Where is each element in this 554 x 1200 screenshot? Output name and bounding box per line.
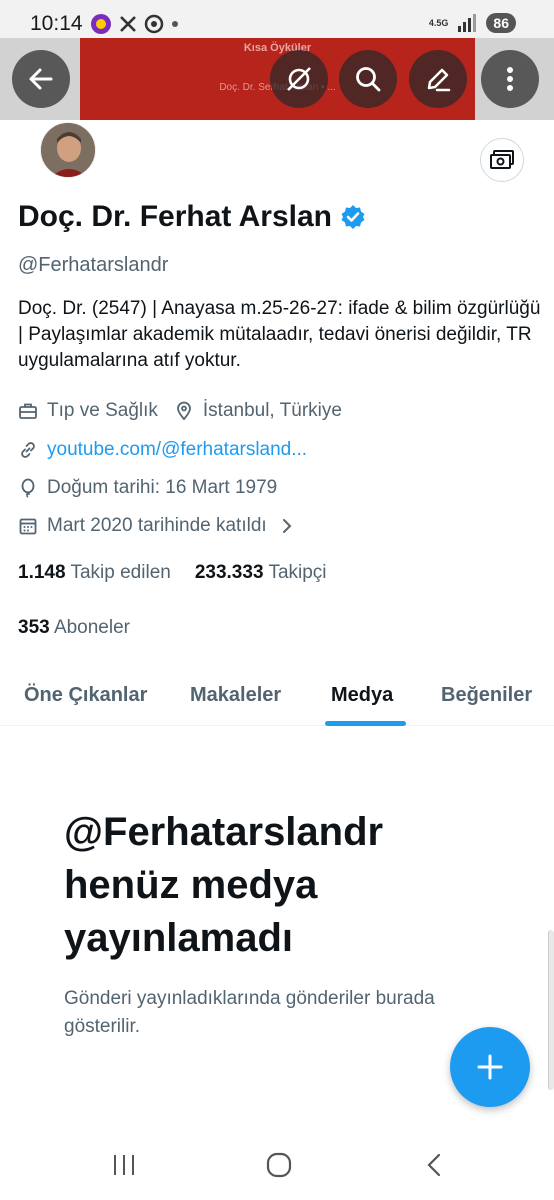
tab-articles[interactable]: Makaleler [190, 684, 281, 707]
scrollbar[interactable] [548, 930, 554, 1090]
back-button[interactable] [12, 50, 70, 108]
verified-badge-icon [341, 205, 365, 229]
following-label: Takip edilen [70, 562, 171, 583]
avatar-image [41, 123, 95, 177]
search-button[interactable] [339, 50, 397, 108]
balloon-icon [21, 478, 35, 498]
edit-icon [427, 68, 451, 92]
grok-icon [287, 67, 311, 91]
recent-apps-icon[interactable] [111, 1152, 137, 1178]
notification-app-icon [91, 14, 111, 34]
grok-button[interactable] [270, 50, 328, 108]
plus-icon [477, 1054, 503, 1080]
battery-indicator: 86 [486, 13, 516, 33]
subscribers-label: Aboneler [53, 617, 130, 638]
profile-bio: Doç. Dr. (2547) | Anayasa m.25-26-27: if… [18, 298, 541, 371]
back-arrow-icon [29, 68, 53, 90]
tab-likes[interactable]: Beğeniler [441, 684, 532, 707]
profile-name-text: Doç. Dr. Ferhat Arslan [18, 200, 332, 233]
following-count: 1.148 [18, 562, 66, 583]
search-icon [356, 67, 381, 92]
system-navigation-bar [0, 1130, 554, 1200]
profile-meta-link[interactable]: youtube.com/@ferhatarsland... [18, 439, 307, 461]
tab-highlights[interactable]: Öne Çıkanlar [24, 684, 147, 707]
wifi-signal-icon [458, 14, 477, 32]
dot-icon [172, 21, 178, 27]
home-icon[interactable] [266, 1152, 292, 1178]
empty-state-subtitle: Gönderi yayınladıklarında gönderiler bur… [64, 988, 435, 1037]
status-time: 10:14 [30, 12, 83, 35]
back-nav-icon[interactable] [424, 1152, 444, 1178]
profile-stats: 1.148 Takip edilen 233.333 Takipçi [18, 562, 327, 584]
link-icon [21, 442, 35, 458]
more-vertical-icon [507, 67, 513, 91]
profile-link[interactable]: youtube.com/@ferhatarsland... [47, 439, 307, 461]
followers-stat[interactable]: 233.333 Takipçi [195, 562, 327, 584]
profile-location: İstanbul, Türkiye [202, 400, 342, 421]
sync-app-icon [144, 14, 164, 34]
followers-label: Takipçi [268, 562, 327, 583]
profile-joined: Mart 2020 tarihinde katıldı [47, 515, 267, 536]
more-options-button[interactable] [481, 50, 539, 108]
profile-meta-joined[interactable]: Mart 2020 tarihinde katıldı [18, 515, 295, 537]
network-type: 4.5G [428, 18, 449, 28]
profile-name: Doç. Dr. Ferhat Arslan [18, 200, 366, 234]
profile-category: Tıp ve Sağlık [47, 400, 158, 421]
empty-state-title: @Ferhatarslandr henüz medya yayınlamadı [64, 810, 384, 960]
compose-button[interactable] [450, 1027, 530, 1107]
subscribers-count: 353 [18, 617, 50, 638]
calendar-icon [19, 518, 37, 535]
x-logo-icon [120, 16, 136, 32]
following-stat[interactable]: 1.148 Takip edilen [18, 562, 171, 584]
briefcase-icon [19, 403, 37, 419]
banner-text-line1: Kısa Öyküler [243, 42, 312, 54]
chevron-right-icon [282, 519, 292, 533]
location-pin-icon [176, 401, 191, 421]
status-notification-icons [90, 13, 180, 35]
profile-meta-birthday: Doğum tarihi: 16 Mart 1979 [18, 477, 277, 499]
profile-tabs: Öne Çıkanlar Makaleler Medya Beğeniler [0, 662, 554, 726]
tip-money-icon [490, 150, 514, 169]
avatar[interactable] [40, 122, 96, 178]
followers-count: 233.333 [194, 562, 264, 583]
status-system-icons: 4.5G 86 [429, 13, 516, 33]
profile-handle: @Ferhatarslandr [18, 254, 169, 276]
tab-media[interactable]: Medya [331, 684, 393, 707]
profile-birthday: Doğum tarihi: 16 Mart 1979 [47, 477, 278, 498]
edit-button[interactable] [409, 50, 467, 108]
active-tab-indicator [325, 721, 406, 726]
subscribers-stat[interactable]: 353 Aboneler [18, 617, 130, 639]
profile-meta-category-location: Tıp ve Sağlık İstanbul, Türkiye [18, 400, 342, 422]
tip-button[interactable] [480, 138, 524, 182]
